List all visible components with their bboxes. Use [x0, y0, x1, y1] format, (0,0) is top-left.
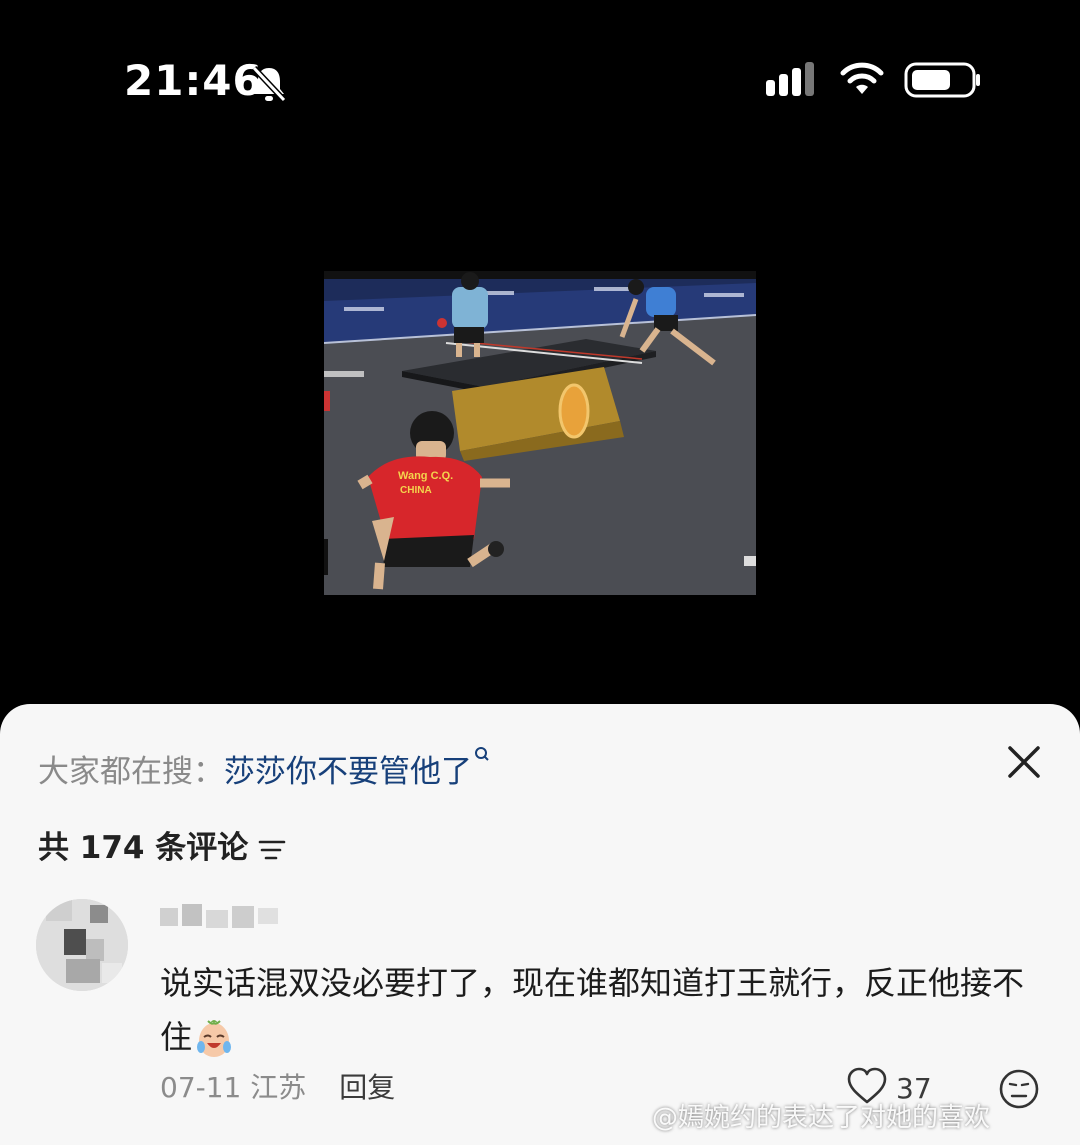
jersey-name: Wang C.Q.: [398, 470, 453, 482]
battery-icon: [904, 62, 980, 98]
search-icon: [475, 747, 489, 761]
video-frame: Wang C.Q. CHINA: [324, 271, 756, 595]
crying-laughing-emoji-icon: [197, 1020, 232, 1057]
weibo-watermark: @嫣婉约的表达了对她的喜欢: [652, 1103, 991, 1133]
neutral-face-icon[interactable]: [998, 1068, 1040, 1110]
reply-button[interactable]: 回复: [339, 1071, 395, 1104]
comment-meta: 07-11 江苏 回复: [160, 1066, 395, 1106]
comment-sheet: 大家都在搜：莎莎你不要管他了 共 174 条评论 说实话混双没必要打了，现在谁都…: [0, 704, 1080, 1145]
trending-search-term[interactable]: 莎莎你不要管他了: [224, 754, 472, 790]
signal-icon: [766, 62, 814, 96]
comment-count: 共 174 条评论: [38, 822, 286, 867]
status-time: 21:46: [124, 56, 263, 105]
username-blurred[interactable]: [160, 902, 280, 932]
status-bar: 21:46: [0, 0, 1080, 160]
sort-icon[interactable]: [258, 838, 286, 862]
trending-search-prefix: 大家都在搜：: [38, 754, 224, 790]
bell-muted-icon: [251, 65, 287, 103]
trending-search[interactable]: 大家都在搜：莎莎你不要管他了: [38, 746, 490, 791]
comment-count-label: 共 174 条评论: [38, 830, 249, 866]
comment-date: 07-11: [160, 1071, 242, 1104]
jersey-country: CHINA: [400, 485, 432, 496]
wifi-icon: [840, 62, 884, 94]
close-icon[interactable]: [1004, 742, 1044, 782]
video-player[interactable]: Wang C.Q. CHINA: [324, 271, 756, 595]
comment-body: 说实话混双没必要打了，现在谁都知道打王就行，反正他接不住: [160, 964, 1025, 1056]
comment-location: 江苏: [250, 1071, 307, 1104]
avatar[interactable]: [36, 899, 128, 991]
comment-text: 说实话混双没必要打了，现在谁都知道打王就行，反正他接不住: [160, 956, 1040, 1064]
